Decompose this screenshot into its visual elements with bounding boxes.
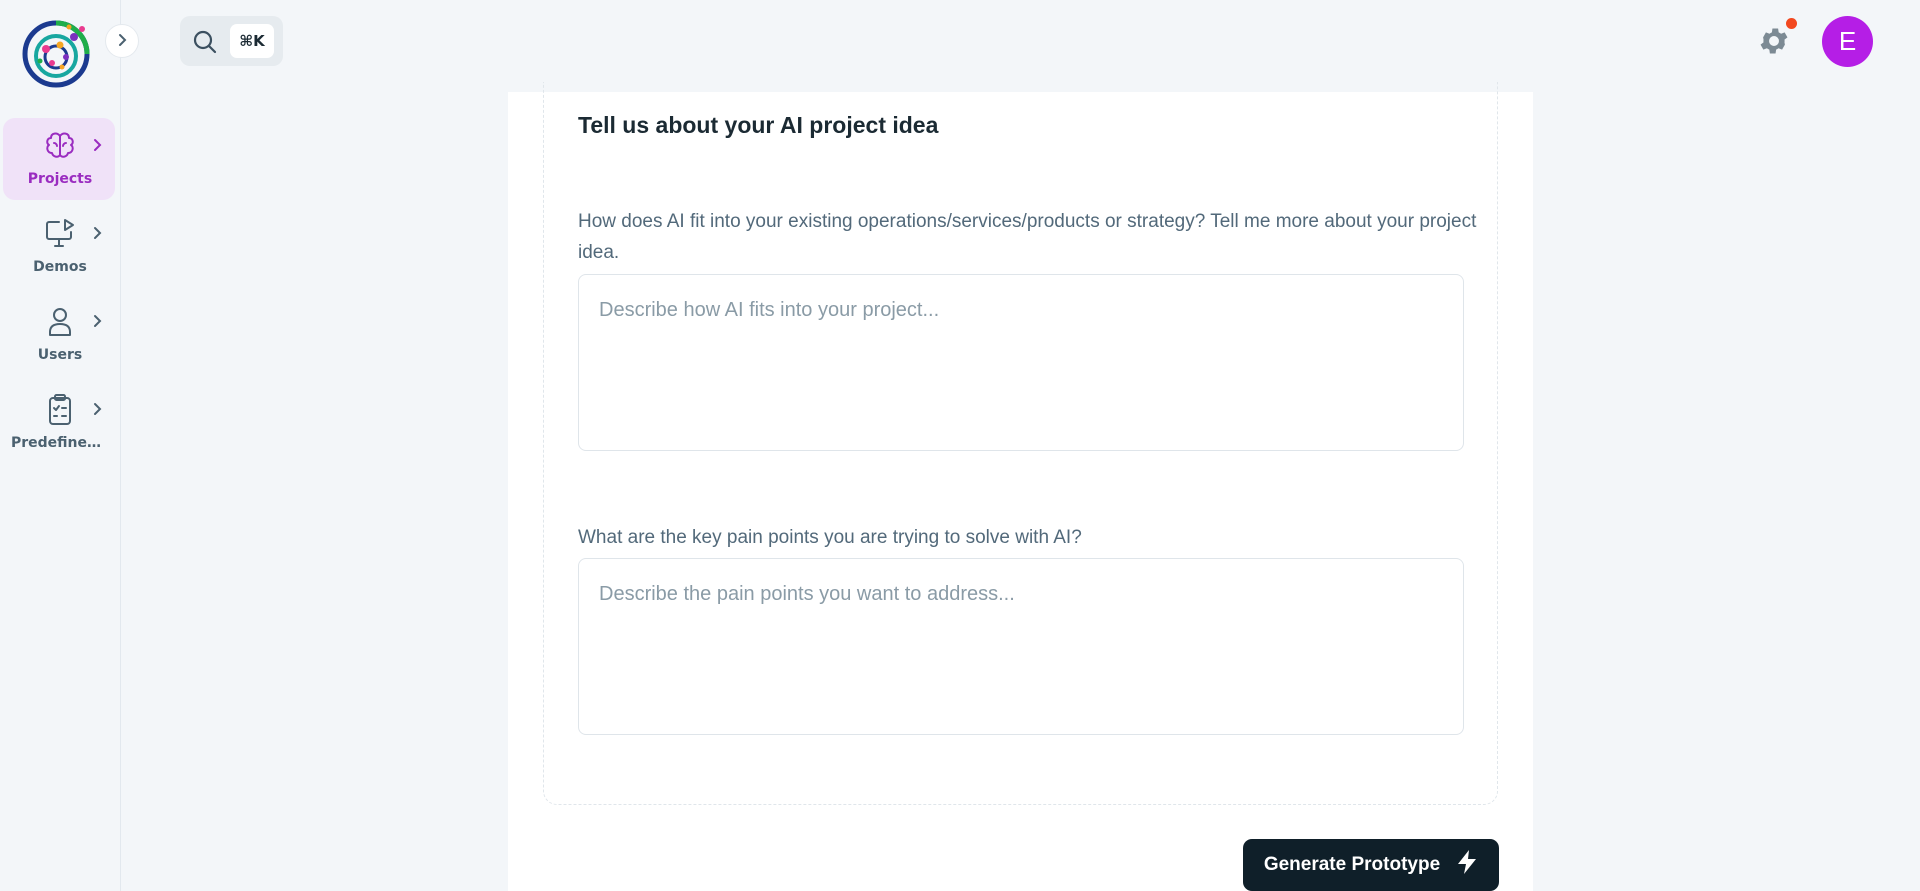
sidebar-toggle-button[interactable] xyxy=(105,24,139,58)
notification-dot xyxy=(1786,18,1797,29)
sidebar-item-projects[interactable]: Projects xyxy=(3,118,115,200)
gear-icon xyxy=(1757,28,1791,62)
search-shortcut-badge: ⌘K xyxy=(230,24,274,58)
ai-fit-question-label: How does AI fit into your existing opera… xyxy=(578,211,1477,263)
clipboard-list-icon xyxy=(43,394,77,426)
user-icon xyxy=(43,306,77,338)
brain-icon xyxy=(43,130,77,162)
lightning-icon xyxy=(1456,849,1478,881)
pain-points-textarea[interactable] xyxy=(578,558,1464,735)
pain-points-question-label: What are the key pain points you are try… xyxy=(578,527,1082,548)
generate-prototype-label: Generate Prototype xyxy=(1263,854,1441,875)
chevron-right-icon xyxy=(89,137,105,153)
sidebar-item-label: Users xyxy=(37,347,83,363)
generate-prototype-button[interactable]: Generate Prototype xyxy=(1243,839,1499,891)
sidebar-item-label: Demos xyxy=(33,259,87,275)
section-title: Tell us about your AI project idea xyxy=(578,112,939,138)
sidebar-item-users[interactable]: Users xyxy=(3,294,115,376)
chevron-right-icon xyxy=(89,313,105,329)
chevron-right-icon xyxy=(115,32,129,51)
chevron-right-icon xyxy=(89,401,105,417)
sidebar-item-label: Projects xyxy=(27,171,93,187)
sidebar-item-label: Predefined... xyxy=(11,435,113,451)
search-icon xyxy=(192,29,218,55)
monitor-play-icon xyxy=(43,218,77,250)
project-form-card: Tell us about your AI project idea How d… xyxy=(508,82,1533,891)
settings-button[interactable] xyxy=(1757,24,1791,58)
app-logo[interactable] xyxy=(22,17,92,89)
search-button[interactable]: ⌘K xyxy=(180,16,283,66)
ai-fit-textarea[interactable] xyxy=(578,274,1464,451)
sidebar-item-demos[interactable]: Demos xyxy=(3,206,115,288)
sidebar: Projects Demos Users Predefined... xyxy=(0,0,121,891)
chevron-right-icon xyxy=(89,225,105,241)
sidebar-item-predefined[interactable]: Predefined... xyxy=(3,382,115,464)
user-avatar[interactable]: E xyxy=(1822,16,1873,67)
